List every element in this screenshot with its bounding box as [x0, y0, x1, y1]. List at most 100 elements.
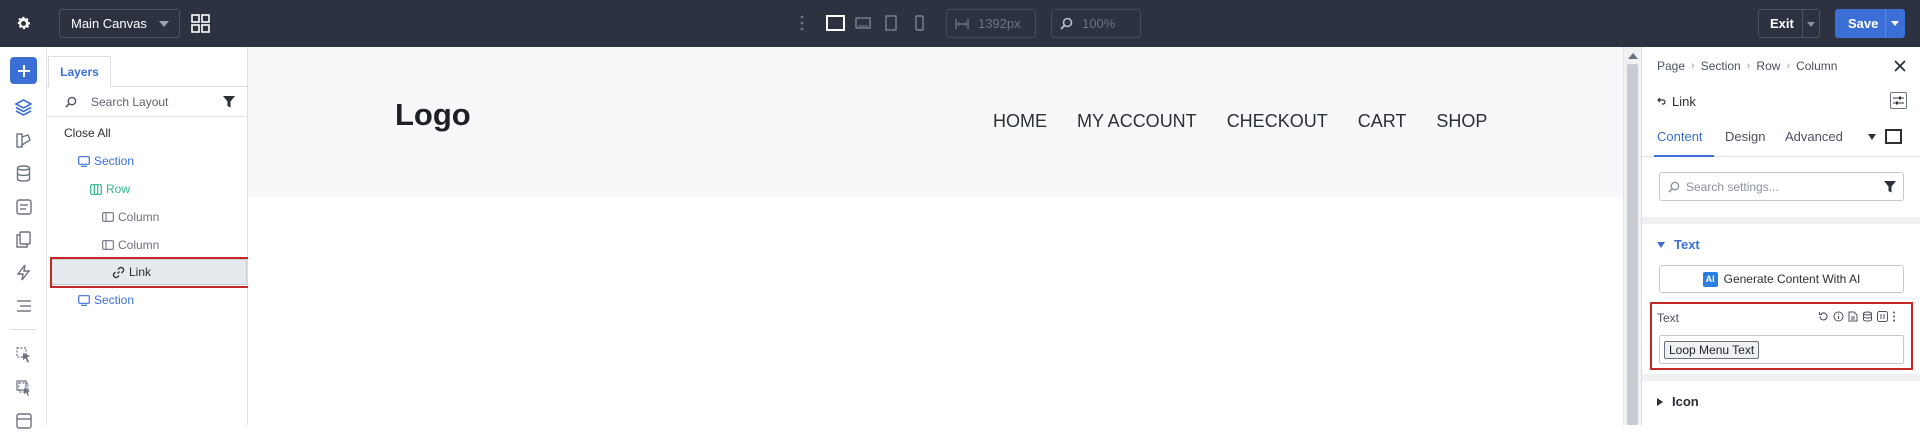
- pages-icon: [16, 231, 31, 248]
- info-icon[interactable]: [1833, 311, 1844, 322]
- desktop-view-button[interactable]: [821, 13, 849, 33]
- layers-search-placeholder: Search Layout: [91, 95, 169, 109]
- caret-down-icon: [1657, 241, 1665, 248]
- save-divider: [1885, 9, 1886, 38]
- canvas-width-input[interactable]: 1392px: [946, 9, 1036, 38]
- tab-content[interactable]: Content: [1657, 129, 1703, 144]
- generate-ai-button[interactable]: AI Generate Content With AI: [1659, 265, 1904, 293]
- ai-small-icon[interactable]: [1877, 311, 1888, 322]
- nav-link-shop[interactable]: SHOP: [1436, 111, 1487, 132]
- tab-advanced[interactable]: Advanced: [1785, 129, 1843, 144]
- breadcrumb-row[interactable]: Row: [1756, 59, 1780, 73]
- scrollbar-thumb[interactable]: [1627, 64, 1638, 425]
- layer-item-label: Section: [94, 293, 135, 307]
- page-canvas[interactable]: Logo HOME MY ACCOUNT CHECKOUT CART SHOP: [248, 47, 1641, 425]
- multi-select-tool-button[interactable]: [10, 375, 37, 402]
- drag-dots-icon[interactable]: [797, 13, 807, 33]
- reset-icon[interactable]: [1818, 311, 1829, 322]
- canvas-select[interactable]: Main Canvas: [59, 9, 180, 38]
- forms-nav-button[interactable]: [10, 193, 37, 220]
- style-nav-button[interactable]: [10, 127, 37, 154]
- canvas-select-label: Main Canvas: [71, 16, 147, 31]
- scroll-up-icon[interactable]: [1628, 53, 1638, 59]
- exit-button-label: Exit: [1770, 16, 1794, 31]
- nav-link-my-account[interactable]: MY ACCOUNT: [1077, 111, 1197, 132]
- back-arrow-icon[interactable]: [1657, 97, 1666, 106]
- breadcrumb-page[interactable]: Page: [1657, 59, 1685, 73]
- tablet-portrait-icon: [885, 15, 897, 31]
- layer-item-section[interactable]: Section: [78, 149, 134, 173]
- tab-layers[interactable]: Layers: [48, 56, 111, 87]
- nav-link-checkout[interactable]: CHECKOUT: [1227, 111, 1328, 132]
- settings-search-placeholder: Search settings...: [1686, 180, 1779, 194]
- templates-grid-button[interactable]: [191, 14, 210, 33]
- rail-divider: [10, 329, 37, 330]
- add-element-button[interactable]: [10, 57, 37, 84]
- search-icon: [1060, 17, 1073, 30]
- document-icon[interactable]: [1848, 311, 1858, 322]
- group-icon-toggle[interactable]: Icon: [1657, 394, 1699, 409]
- exit-button[interactable]: Exit: [1758, 9, 1820, 38]
- list-tree-icon: [16, 299, 31, 312]
- tab-layers-label: Layers: [60, 65, 99, 79]
- group-text-toggle[interactable]: Text: [1657, 237, 1700, 252]
- settings-gear-button[interactable]: [0, 0, 47, 47]
- close-all-label: Close All: [64, 126, 111, 140]
- group-icon-label: Icon: [1672, 394, 1699, 409]
- tab-design[interactable]: Design: [1725, 129, 1765, 144]
- data-nav-button[interactable]: [10, 160, 37, 187]
- site-header[interactable]: Logo HOME MY ACCOUNT CHECKOUT CART SHOP: [248, 47, 1623, 197]
- sliders-icon: [1893, 96, 1904, 105]
- canvas-width-placeholder: 1392px: [978, 16, 1021, 31]
- layer-item-column[interactable]: Column: [102, 205, 159, 229]
- state-square-icon[interactable]: [1885, 129, 1902, 144]
- layer-item-column[interactable]: Column: [102, 233, 159, 257]
- layer-item-row[interactable]: Row: [90, 177, 130, 201]
- section-icon: [78, 155, 90, 167]
- active-tab-indicator: [1654, 155, 1714, 157]
- nav-link-home[interactable]: HOME: [993, 111, 1047, 132]
- dynamic-value-chip[interactable]: Loop Menu Text: [1664, 340, 1760, 359]
- structure-nav-button[interactable]: [10, 292, 37, 319]
- layer-item-section[interactable]: Section: [78, 288, 134, 312]
- settings-panel: Page › Section › Row › Column Link Conte…: [1641, 47, 1920, 425]
- element-title-label: Link: [1672, 94, 1696, 109]
- save-options-chevron-icon[interactable]: [1891, 21, 1899, 26]
- layers-nav-button[interactable]: [10, 94, 37, 121]
- element-options-button[interactable]: [1890, 92, 1907, 109]
- close-icon[interactable]: [1894, 60, 1906, 72]
- text-field-input[interactable]: Loop Menu Text: [1659, 335, 1904, 364]
- mobile-icon: [914, 15, 924, 31]
- tablet-landscape-view-button[interactable]: [849, 13, 877, 33]
- site-logo[interactable]: Logo: [395, 97, 471, 133]
- layers-panel: Layers Search Layout Close All Section R…: [47, 47, 248, 425]
- close-all-button[interactable]: Close All: [64, 121, 111, 145]
- save-button[interactable]: Save: [1835, 9, 1905, 38]
- template-icon: [15, 412, 32, 429]
- nav-link-cart[interactable]: CART: [1358, 111, 1407, 132]
- layer-item-label: Row: [106, 182, 131, 196]
- dynamic-data-icon[interactable]: [1862, 311, 1873, 322]
- canvas-scrollbar[interactable]: [1623, 47, 1641, 425]
- tablet-portrait-view-button[interactable]: [877, 13, 905, 33]
- filter-icon[interactable]: [1884, 181, 1896, 193]
- more-tabs-chevron-icon[interactable]: [1868, 134, 1876, 140]
- mobile-view-button[interactable]: [905, 13, 933, 33]
- multi-select-icon: [15, 380, 30, 396]
- breadcrumb-column[interactable]: Column: [1796, 59, 1837, 73]
- breadcrumb-section[interactable]: Section: [1701, 59, 1741, 73]
- exit-options-chevron-icon[interactable]: [1807, 22, 1815, 27]
- select-tool-button[interactable]: [10, 342, 37, 369]
- settings-search-input[interactable]: Search settings...: [1659, 172, 1904, 201]
- zoom-input[interactable]: 100%: [1051, 9, 1141, 38]
- form-icon: [15, 198, 32, 215]
- filter-icon[interactable]: [223, 96, 235, 108]
- template-tool-button[interactable]: [10, 407, 37, 434]
- brush-icon: [16, 133, 31, 148]
- breadcrumb-separator-icon: ›: [1691, 60, 1695, 72]
- more-vertical-icon[interactable]: [1892, 311, 1896, 322]
- interactions-nav-button[interactable]: [10, 259, 37, 286]
- save-button-label: Save: [1848, 16, 1879, 31]
- pages-nav-button[interactable]: [10, 226, 37, 253]
- layers-search[interactable]: Search Layout: [47, 87, 248, 117]
